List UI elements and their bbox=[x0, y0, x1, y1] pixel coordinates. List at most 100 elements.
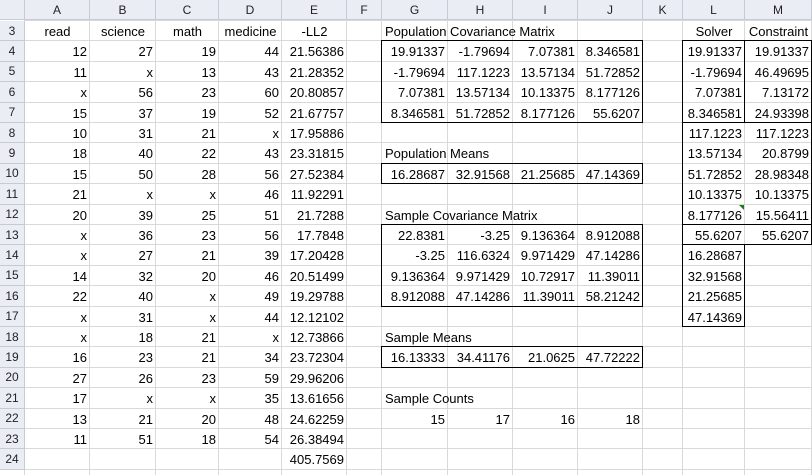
row-header-14[interactable]: 14 bbox=[0, 245, 25, 266]
table-cell[interactable]: 39 bbox=[219, 245, 282, 265]
matrix-cell[interactable]: 13.57134 bbox=[513, 62, 578, 82]
table-cell[interactable]: x bbox=[25, 327, 90, 347]
row-header-13[interactable]: 13 bbox=[0, 225, 25, 246]
table-cell[interactable]: 32 bbox=[90, 266, 156, 286]
row-header-18[interactable]: 18 bbox=[0, 327, 25, 348]
table-cell[interactable]: 46 bbox=[219, 266, 282, 286]
table-cell[interactable]: 40 bbox=[90, 286, 156, 306]
table-cell[interactable]: x bbox=[25, 245, 90, 265]
table-cell[interactable]: 21.7288 bbox=[282, 205, 347, 225]
matrix-cell[interactable]: -1.79694 bbox=[382, 62, 448, 82]
matrix-cell[interactable]: 34.41176 bbox=[448, 347, 513, 367]
table-cell[interactable]: 21 bbox=[156, 327, 219, 347]
constraint-cell[interactable]: 117.1223 bbox=[745, 123, 812, 143]
table-cell[interactable]: 20.80857 bbox=[282, 82, 347, 102]
matrix-cell[interactable]: 15 bbox=[382, 409, 448, 429]
matrix-cell[interactable]: 117.1223 bbox=[448, 62, 513, 82]
section-title[interactable]: Sample Covariance Matrix bbox=[382, 205, 643, 225]
table-cell[interactable]: 27 bbox=[25, 368, 90, 388]
constraint-cell[interactable]: 7.13172 bbox=[745, 82, 812, 102]
matrix-cell[interactable]: 11.39011 bbox=[578, 266, 643, 286]
matrix-cell[interactable]: 21.0625 bbox=[513, 347, 578, 367]
table-cell[interactable]: 20 bbox=[156, 409, 219, 429]
table-cell[interactable]: 23 bbox=[156, 82, 219, 102]
table-cell[interactable]: 12.12102 bbox=[282, 307, 347, 327]
row-header-5[interactable]: 5 bbox=[0, 61, 25, 83]
column-header-b[interactable]: B bbox=[90, 0, 156, 20]
column-header-f[interactable]: F bbox=[347, 0, 382, 20]
matrix-cell[interactable]: -3.25 bbox=[382, 245, 448, 265]
row-header-4[interactable]: 4 bbox=[0, 41, 25, 62]
solver-cell[interactable]: 7.07381 bbox=[683, 82, 745, 102]
table-cell[interactable]: 15 bbox=[25, 103, 90, 123]
table-cell[interactable]: 21 bbox=[90, 409, 156, 429]
row-header-22[interactable]: 22 bbox=[0, 408, 25, 429]
solver-cell[interactable]: 13.57134 bbox=[683, 143, 745, 163]
constraint-cell[interactable]: 10.13375 bbox=[745, 184, 812, 204]
table-cell[interactable]: 11.92291 bbox=[282, 184, 347, 204]
table-cell[interactable]: 29.96206 bbox=[282, 368, 347, 388]
table-cell[interactable]: 56 bbox=[90, 82, 156, 102]
table-cell[interactable]: 12.73866 bbox=[282, 327, 347, 347]
table-cell[interactable]: 51 bbox=[90, 429, 156, 449]
select-all-corner[interactable] bbox=[0, 0, 25, 20]
table-cell[interactable]: 13 bbox=[156, 62, 219, 82]
column-header-j[interactable]: J bbox=[578, 0, 643, 20]
table-cell[interactable]: 27 bbox=[90, 41, 156, 61]
table-cell[interactable]: 46 bbox=[219, 184, 282, 204]
matrix-cell[interactable]: 17 bbox=[448, 409, 513, 429]
matrix-cell[interactable]: 51.72852 bbox=[448, 103, 513, 123]
column-label[interactable]: Constraint bbox=[745, 21, 812, 41]
table-cell[interactable]: 28 bbox=[156, 164, 219, 184]
table-cell[interactable]: 34 bbox=[219, 347, 282, 367]
table-cell[interactable]: 59 bbox=[219, 368, 282, 388]
table-cell[interactable]: 18 bbox=[90, 327, 156, 347]
table-cell[interactable]: x bbox=[90, 184, 156, 204]
table-cell[interactable]: 13 bbox=[25, 409, 90, 429]
row-header-24[interactable]: 24 bbox=[0, 449, 25, 470]
row-header-20[interactable]: 20 bbox=[0, 367, 25, 389]
table-cell[interactable]: 52 bbox=[219, 103, 282, 123]
row-header-10[interactable]: 10 bbox=[0, 163, 25, 185]
table-cell[interactable]: 20 bbox=[25, 205, 90, 225]
matrix-cell[interactable]: 16.28687 bbox=[382, 164, 448, 184]
constraint-cell[interactable]: 28.98348 bbox=[745, 164, 812, 184]
table-cell[interactable]: 11 bbox=[25, 429, 90, 449]
row-header-15[interactable]: 15 bbox=[0, 265, 25, 287]
solver-cell[interactable]: 16.28687 bbox=[683, 245, 745, 265]
table-cell[interactable]: 18 bbox=[156, 429, 219, 449]
solver-cell[interactable]: 19.91337 bbox=[683, 41, 745, 61]
table-cell[interactable]: 35 bbox=[219, 388, 282, 408]
matrix-cell[interactable]: 16 bbox=[513, 409, 578, 429]
table-cell[interactable]: 21 bbox=[156, 245, 219, 265]
table-cell[interactable]: 60 bbox=[219, 82, 282, 102]
table-cell[interactable]: 54 bbox=[219, 429, 282, 449]
table-cell[interactable]: 48 bbox=[219, 409, 282, 429]
table-cell[interactable]: 22 bbox=[25, 286, 90, 306]
table-cell[interactable]: x bbox=[219, 327, 282, 347]
table-cell[interactable]: 56 bbox=[219, 225, 282, 245]
constraint-cell[interactable]: 19.91337 bbox=[745, 41, 812, 61]
row-header-6[interactable]: 6 bbox=[0, 82, 25, 103]
table-cell[interactable]: 15 bbox=[25, 164, 90, 184]
column-header-g[interactable]: G bbox=[382, 0, 448, 20]
table-cell[interactable]: 23.72304 bbox=[282, 347, 347, 367]
table-cell[interactable]: x bbox=[25, 82, 90, 102]
column-header-i[interactable]: I bbox=[513, 0, 578, 20]
matrix-cell[interactable]: 8.346581 bbox=[578, 41, 643, 61]
spreadsheet-grid[interactable]: A B C D E F G H I J K L M 3 4 5 6 7 8 9 10 11 12 13 14 15 16 17 18 19… bbox=[0, 0, 812, 475]
constraint-cell[interactable]: 15.56411 bbox=[745, 205, 812, 225]
matrix-cell[interactable]: 22.8381 bbox=[382, 225, 448, 245]
table-cell[interactable]: x bbox=[90, 62, 156, 82]
table-cell[interactable]: 21 bbox=[25, 184, 90, 204]
table-cell[interactable]: 23 bbox=[156, 368, 219, 388]
matrix-cell[interactable]: 9.971429 bbox=[513, 245, 578, 265]
table-cell[interactable]: x bbox=[219, 123, 282, 143]
matrix-cell[interactable]: 8.912088 bbox=[578, 225, 643, 245]
solver-cell[interactable]: 8.177126 bbox=[683, 205, 745, 225]
table-cell[interactable]: x bbox=[156, 307, 219, 327]
table-cell[interactable]: x bbox=[90, 388, 156, 408]
table-cell[interactable]: x bbox=[25, 225, 90, 245]
matrix-cell[interactable]: 10.72917 bbox=[513, 266, 578, 286]
matrix-cell[interactable]: 58.21242 bbox=[578, 286, 643, 306]
